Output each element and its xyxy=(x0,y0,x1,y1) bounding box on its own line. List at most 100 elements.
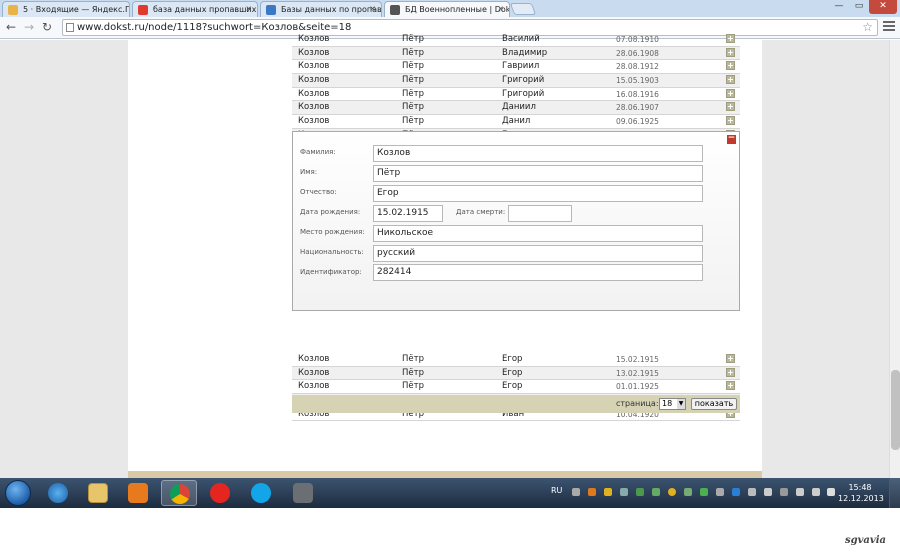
death-date-field xyxy=(508,205,572,222)
media-player-icon xyxy=(128,483,148,503)
site-favicon-icon xyxy=(266,5,276,15)
tray-app-icon[interactable] xyxy=(668,488,676,496)
expand-icon[interactable]: + xyxy=(726,47,735,57)
flag-icon[interactable] xyxy=(764,488,772,496)
tab-close-icon[interactable]: × xyxy=(245,4,252,13)
surname-cell: Козлов xyxy=(298,116,330,127)
table-row[interactable]: Козлов Пётр Егор 15.02.1915 + xyxy=(292,353,740,367)
browser-tab-bar: 5 · Входящие — Яндекс.Почта база данных … xyxy=(0,0,900,18)
table-row[interactable]: Козлов Пётр Данил 09.06.1925 + xyxy=(292,115,740,129)
patronymic-label: Отчество: xyxy=(300,188,337,196)
expand-icon[interactable]: + xyxy=(726,102,735,112)
close-window-button[interactable]: ✕ xyxy=(869,0,897,14)
surname-label: Фамилия: xyxy=(300,148,336,156)
bluetooth-icon[interactable] xyxy=(732,488,740,496)
table-row[interactable]: Козлов Пётр Григорий 15.05.1903 + xyxy=(292,74,740,88)
scrollbar-thumb[interactable] xyxy=(891,370,900,450)
patronymic-cell: Григорий xyxy=(502,88,545,99)
new-tab-button[interactable] xyxy=(509,3,537,15)
usb-icon[interactable] xyxy=(780,488,788,496)
pagination-bar: страница: 18 ▼ показать xyxy=(292,395,740,413)
show-button[interactable]: показать xyxy=(691,398,737,410)
tray-app-icon[interactable] xyxy=(588,488,596,496)
table-row[interactable]: Козлов Пётр Егор 01.01.1925 + xyxy=(292,380,740,395)
taskbar-yandex[interactable] xyxy=(202,480,238,506)
tray-app-icon[interactable] xyxy=(604,488,612,496)
footer-strip xyxy=(128,471,762,478)
surname-cell: Козлов xyxy=(298,354,330,364)
patronymic-cell: Егор xyxy=(502,381,523,392)
application-icon xyxy=(293,483,313,503)
taskbar-chrome[interactable] xyxy=(161,480,197,506)
tab-close-icon[interactable]: × xyxy=(369,4,376,13)
expand-icon[interactable]: + xyxy=(726,381,735,391)
tab-label: база данных пропавших xyxy=(153,5,257,14)
tab-close-icon[interactable]: × xyxy=(497,4,504,13)
tray-help-icon[interactable] xyxy=(572,488,580,496)
expand-icon[interactable]: + xyxy=(726,367,735,377)
mail-favicon-icon xyxy=(8,5,18,15)
nationality-label: Национальность: xyxy=(300,248,364,256)
tab-yandex-mail[interactable]: 5 · Входящие — Яндекс.Почта xyxy=(2,1,130,17)
show-desktop-button[interactable] xyxy=(889,478,900,508)
birthdate-cell: 28.06.1907 xyxy=(616,103,659,113)
bookmark-star-icon[interactable]: ☆ xyxy=(862,20,873,35)
name-cell: Пётр xyxy=(402,34,424,44)
volume-icon[interactable] xyxy=(827,488,835,496)
network-icon[interactable] xyxy=(796,488,804,496)
expand-icon[interactable]: + xyxy=(726,88,735,98)
system-clock[interactable]: 15:48 12.12.2013 xyxy=(838,482,884,504)
taskbar-skype[interactable] xyxy=(243,480,279,506)
expand-icon[interactable]: + xyxy=(726,34,735,43)
surname-cell: Козлов xyxy=(298,47,330,58)
page-scrollbar[interactable] xyxy=(889,40,900,478)
tab-search-missing[interactable]: база данных пропавших × xyxy=(132,1,258,17)
birthdate-cell: 13.02.1915 xyxy=(616,368,659,378)
tray-app-icon[interactable] xyxy=(636,488,644,496)
expand-icon[interactable]: + xyxy=(726,354,735,363)
taskbar-explorer[interactable] xyxy=(80,480,116,506)
tray-app-icon[interactable] xyxy=(652,488,660,496)
collapse-icon[interactable]: − xyxy=(727,134,736,144)
start-button[interactable] xyxy=(5,480,31,506)
chrome-menu-icon[interactable] xyxy=(883,21,895,33)
page-select[interactable]: 18 ▼ xyxy=(659,398,686,410)
identifier-label: Идентификатор: xyxy=(300,268,362,276)
tray-app-icon[interactable] xyxy=(700,488,708,496)
patronymic-cell: Григорий xyxy=(502,75,545,86)
taskbar-app[interactable] xyxy=(285,480,321,506)
expand-icon[interactable]: + xyxy=(726,116,735,126)
expand-icon[interactable]: + xyxy=(726,75,735,85)
tab-pow-database[interactable]: БД Военнопленные | Dok × xyxy=(384,1,510,18)
tray-app-icon[interactable] xyxy=(620,488,628,496)
tab-label: БД Военнопленные | Dok xyxy=(405,5,510,14)
birthdate-cell: 09.06.1925 xyxy=(616,117,659,127)
tray-app-icon[interactable] xyxy=(716,488,724,496)
tray-app-icon[interactable] xyxy=(748,488,756,496)
language-indicator[interactable]: RU xyxy=(551,486,562,495)
tray-app-icon[interactable] xyxy=(684,488,692,496)
reload-icon[interactable]: ↻ xyxy=(42,20,52,34)
table-row[interactable]: Козлов Пётр Григорий 16.08.1916 + xyxy=(292,88,740,102)
patronymic-cell: Даниил xyxy=(502,102,536,113)
patronymic-cell: Владимир xyxy=(502,47,548,58)
table-row[interactable]: Козлов Пётр Егор 13.02.1915 + xyxy=(292,366,740,381)
back-arrow-icon[interactable]: ← xyxy=(6,20,16,34)
table-row[interactable]: Козлов Пётр Владимир 28.06.1908 + xyxy=(292,46,740,61)
forward-arrow-icon[interactable]: → xyxy=(24,20,34,34)
battery-icon[interactable] xyxy=(812,488,820,496)
taskbar-media-player[interactable] xyxy=(120,480,156,506)
maximize-button[interactable]: ▭ xyxy=(849,0,869,14)
minimize-button[interactable]: — xyxy=(829,0,849,14)
internet-explorer-icon xyxy=(48,483,68,503)
page-label: страница: xyxy=(616,399,659,408)
expand-icon[interactable]: + xyxy=(726,61,735,71)
tab-databases[interactable]: Базы данных по пропав × xyxy=(260,1,382,17)
surname-cell: Козлов xyxy=(298,88,330,99)
taskbar-ie[interactable] xyxy=(40,480,76,506)
table-row[interactable]: Козлов Пётр Даниил 28.06.1907 + xyxy=(292,101,740,116)
birthdate-cell: 07.08.1910 xyxy=(616,35,659,44)
name-cell: Пётр xyxy=(402,88,424,99)
table-row[interactable]: Козлов Пётр Гавриил 28.08.1912 + xyxy=(292,60,740,75)
table-row[interactable]: Козлов Пётр Василий 07.08.1910 + xyxy=(292,33,740,47)
